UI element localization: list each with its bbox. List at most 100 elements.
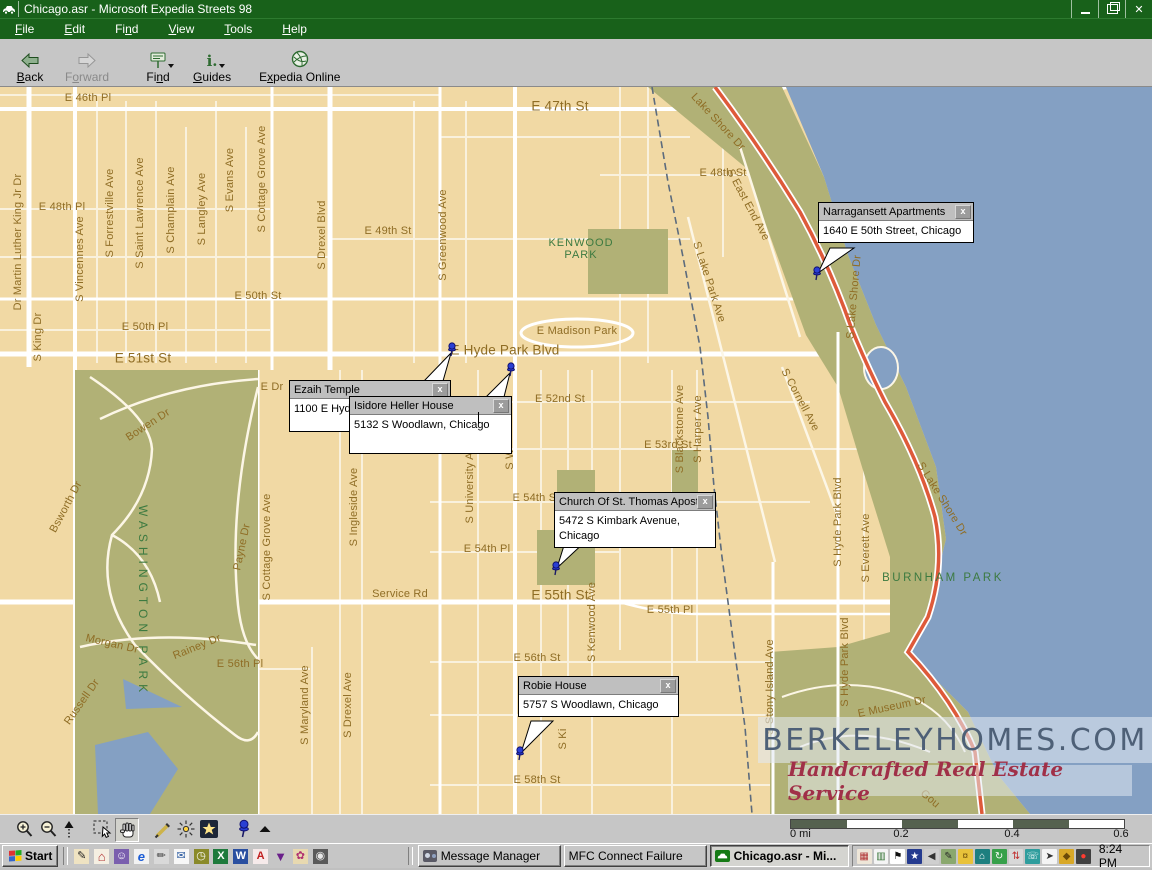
- select-tool[interactable]: [92, 818, 114, 840]
- street-label: S Champlain Ave: [165, 166, 177, 253]
- menu-file[interactable]: File: [0, 20, 49, 39]
- volume-icon[interactable]: ◀: [924, 849, 939, 864]
- highlighter-tool[interactable]: [152, 818, 174, 840]
- callout-title: Ezaih Temple: [294, 384, 360, 396]
- main-toolbar: Back Forward Find i. Guides Expedia Onli…: [0, 39, 1152, 87]
- street-label: E 58th St: [513, 774, 560, 786]
- refresh-icon[interactable]: ↻: [992, 849, 1007, 864]
- street-label: E 47th St: [531, 99, 588, 114]
- dropdown-arrow-icon: [219, 64, 225, 68]
- pet-icon[interactable]: ◆: [1059, 849, 1074, 864]
- street-label: S Cottage Grove Ave: [261, 494, 273, 601]
- excel-icon[interactable]: X: [212, 848, 229, 865]
- street-label: S Evans Ave: [224, 148, 236, 212]
- symbol-tool[interactable]: [198, 818, 220, 840]
- restore-button[interactable]: [1098, 0, 1125, 18]
- expedia-online-button[interactable]: Expedia Online: [250, 40, 349, 86]
- shortcut-icon[interactable]: ▼: [272, 848, 289, 865]
- close-icon: ✕: [1134, 3, 1143, 16]
- key-icon[interactable]: ¤: [958, 849, 973, 864]
- menu-tools[interactable]: Tools: [209, 20, 267, 39]
- callout-address: 5132 S Woodlawn, Chicago: [350, 415, 511, 436]
- pan-hand-tool[interactable]: [115, 818, 139, 842]
- media-icon[interactable]: ◉: [312, 848, 329, 865]
- text-cursor: [478, 412, 479, 424]
- menu-edit[interactable]: Edit: [49, 20, 100, 39]
- menu-find[interactable]: Find: [100, 20, 153, 39]
- dropdown-arrow-icon: [168, 64, 174, 68]
- home-net-icon[interactable]: ⌂: [975, 849, 990, 864]
- home-icon[interactable]: ⌂: [93, 848, 110, 865]
- find-button[interactable]: Find: [132, 40, 184, 86]
- callout-close-button[interactable]: x: [432, 383, 448, 397]
- windows-logo-icon: [8, 850, 22, 862]
- street-label: S Ingleside Ave: [348, 468, 360, 547]
- street-label: S Langley Ave: [196, 173, 208, 246]
- signpost-icon: [149, 49, 167, 69]
- minimize-button[interactable]: [1071, 0, 1098, 18]
- street-label: E Dr: [261, 381, 284, 393]
- street-label: E 55th Pl: [647, 604, 693, 616]
- map-callout-st-thomas[interactable]: Church Of St. Thomas Apost x 5472 S Kimb…: [554, 492, 716, 548]
- callout-close-button[interactable]: x: [493, 399, 509, 413]
- back-button[interactable]: Back: [4, 40, 56, 86]
- app-car-icon[interactable]: [0, 1, 19, 17]
- shield-icon[interactable]: ★: [907, 849, 922, 864]
- flag-icon[interactable]: ⚑: [890, 849, 905, 864]
- zoom-in-tool[interactable]: [14, 818, 36, 840]
- phone-icon[interactable]: ☏: [1025, 849, 1040, 864]
- street-label: S Blackstone Ave: [674, 385, 686, 474]
- transfer-icon[interactable]: ⇅: [1009, 849, 1024, 864]
- callout-title: Church Of St. Thomas Apost: [559, 496, 697, 508]
- taskbar: Start ✎ ⌂ ☺ e ✏ ✉ ◷ X W A ▼ ✿ ◉ Message …: [0, 843, 1152, 868]
- outlook-icon[interactable]: ✉: [173, 848, 190, 865]
- map-callout-heller[interactable]: Isidore Heller House x 5132 S Woodlawn, …: [349, 396, 512, 454]
- street-label: S Hyde Park Blvd: [839, 617, 851, 706]
- street-label: S Drexel Blvd: [316, 200, 328, 269]
- map-canvas[interactable]: E 46th Pl E 47th St E 48th Pl E 48th St …: [0, 87, 1152, 814]
- callout-title: Robie House: [523, 680, 587, 692]
- menu-help[interactable]: Help: [267, 20, 322, 39]
- callout-title-bar: Narragansett Apartments x: [819, 203, 973, 221]
- street-label: E 56th Pl: [217, 658, 263, 670]
- street-label: S Hyde Park Blvd: [832, 477, 844, 566]
- guides-button[interactable]: i. Guides: [184, 40, 240, 86]
- callout-close-button[interactable]: x: [660, 679, 676, 693]
- street-label: Service Rd: [372, 588, 428, 600]
- desk-tools-icon[interactable]: ✏: [153, 848, 170, 865]
- street-label: E 54th St: [512, 492, 559, 504]
- taskbar-divider: [63, 847, 68, 865]
- forward-button[interactable]: Forward: [56, 40, 118, 86]
- street-label: S Kenwood Ave: [586, 582, 598, 662]
- menu-view[interactable]: View: [153, 20, 209, 39]
- street-label: E 52nd St: [535, 393, 585, 405]
- map-callout-narragansett[interactable]: Narragansett Apartments x 1640 E 50th St…: [818, 202, 974, 243]
- close-button[interactable]: ✕: [1125, 0, 1152, 18]
- street-label: E 49th St: [364, 225, 411, 237]
- traffic-light-icon[interactable]: ●: [1076, 849, 1091, 864]
- journal-icon[interactable]: ✎: [73, 848, 90, 865]
- brightness-tool[interactable]: [175, 818, 197, 840]
- cursor-icon[interactable]: ➤: [1042, 849, 1057, 864]
- scheduler-icon[interactable]: ◷: [193, 848, 210, 865]
- pushpin-tool[interactable]: [233, 818, 255, 840]
- tool-icon[interactable]: ✎: [941, 849, 956, 864]
- callout-title: Narragansett Apartments: [823, 206, 945, 218]
- north-arrow-tool[interactable]: [58, 818, 80, 840]
- word-icon[interactable]: W: [232, 848, 249, 865]
- map-callout-robie[interactable]: Robie House x 5757 S Woodlawn, Chicago: [518, 676, 679, 717]
- acrobat-icon[interactable]: A: [252, 848, 269, 865]
- street-label: Dr Martin Luther King Jr Dr: [12, 174, 24, 311]
- netmeeting-icon[interactable]: ☺: [113, 848, 130, 865]
- taskbar-clock: 8:24 PM: [1099, 842, 1143, 870]
- zoom-out-tool[interactable]: [38, 818, 60, 840]
- chart-icon[interactable]: ▥: [874, 849, 889, 864]
- callout-close-button[interactable]: x: [697, 495, 713, 509]
- internet-explorer-icon[interactable]: e: [133, 848, 150, 865]
- collapse-arrow-icon[interactable]: [254, 818, 276, 840]
- paint-icon[interactable]: ✿: [292, 848, 309, 865]
- callout-close-button[interactable]: x: [955, 205, 971, 219]
- street-label: S Ki: [557, 729, 569, 750]
- calendar-icon[interactable]: ▦: [857, 849, 872, 864]
- globe-icon: [290, 49, 310, 69]
